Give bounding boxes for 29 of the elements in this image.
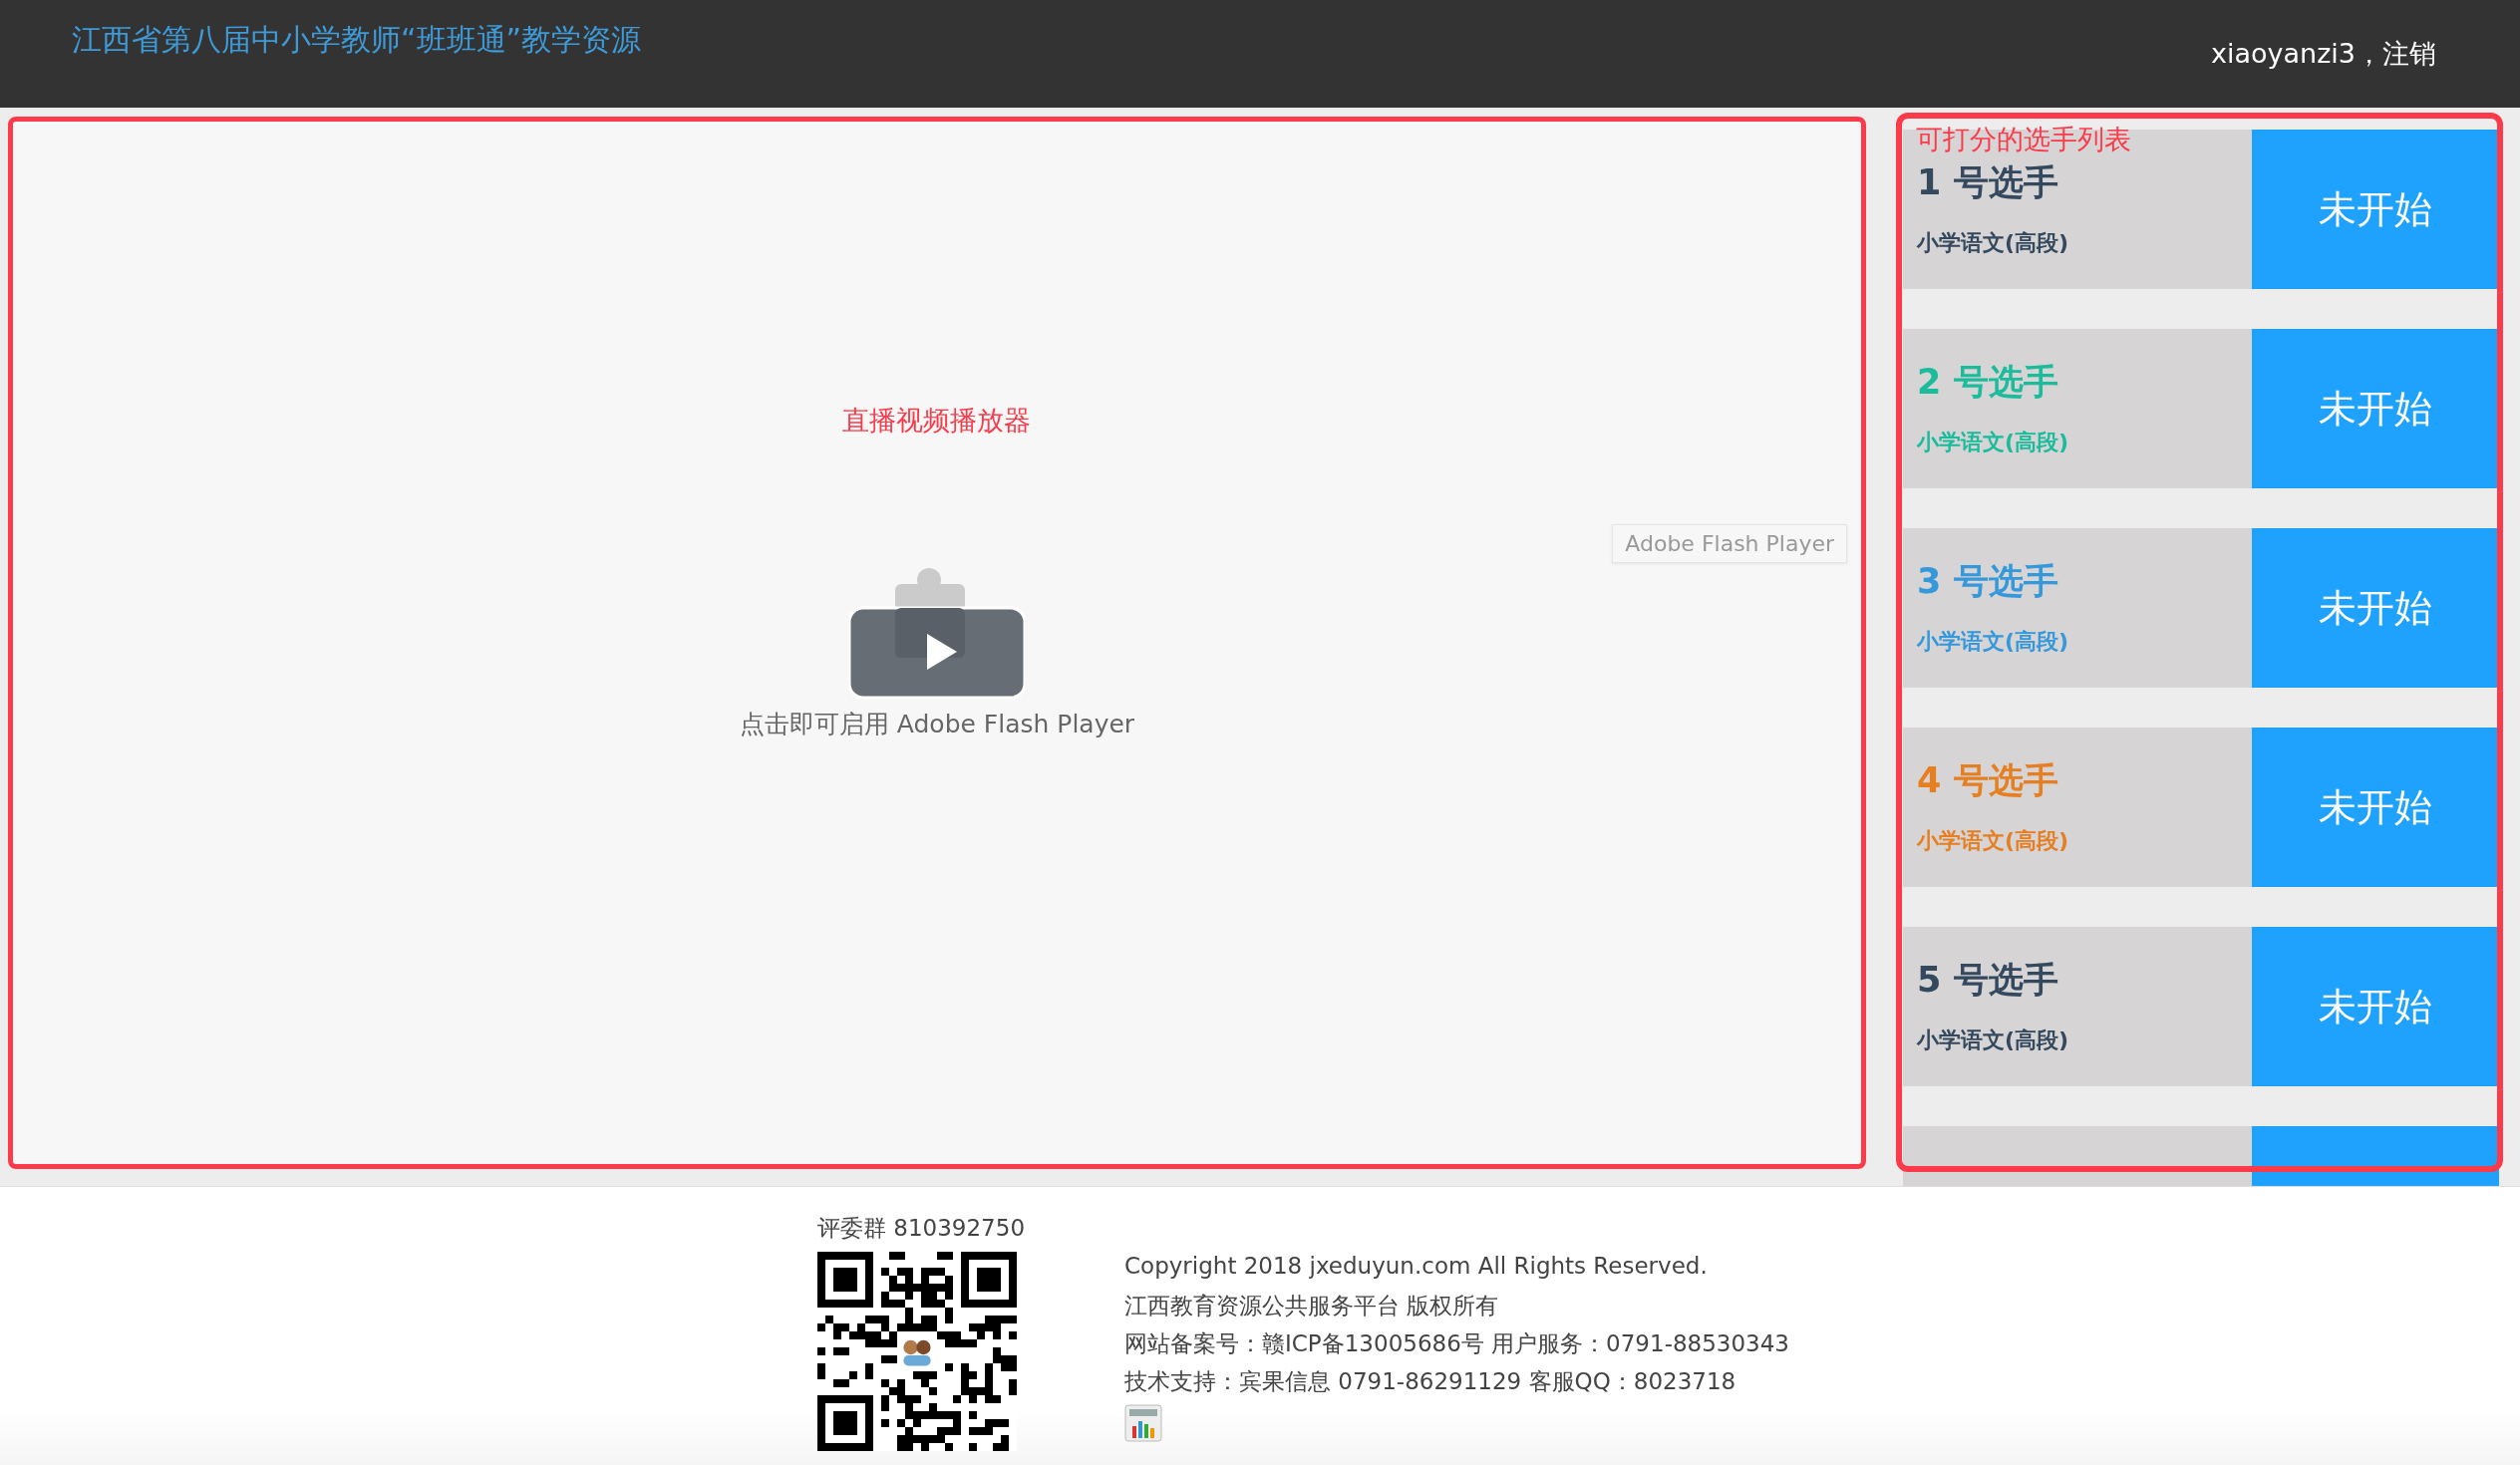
contestant-name: 1 号选手 xyxy=(1917,161,2059,204)
footer-text: 网站备案号：赣ICP备13005686号 用户服务：0791-88530343 xyxy=(1124,1329,1789,1358)
footer-text: 江西教育资源公共服务平台 版权所有 xyxy=(1124,1292,1499,1320)
list-heading: 可打分的选手列表 xyxy=(1916,123,2131,156)
subject-label: 小学语文(高段) xyxy=(1917,628,2070,656)
status-button[interactable]: 未开始 xyxy=(2252,130,2499,289)
player-label: 直播视频播放器 xyxy=(842,404,1031,438)
site-title[interactable]: 江西省第八届中小学教师“班班通”教学资源 xyxy=(72,20,642,60)
status-button[interactable]: 未开始 xyxy=(2252,528,2499,688)
footer-text: 技术支持：宾果信息 0791-86291129 客服QQ：8023718 xyxy=(1124,1367,1736,1396)
subject-label: 小学语文(高段) xyxy=(1917,1026,2070,1054)
flash-enable-prompt[interactable]: 点击即可启用 Adobe Flash Player xyxy=(739,708,1135,740)
subject-label: 小学语文(高段) xyxy=(1917,229,2070,257)
status-button[interactable]: 未开始 xyxy=(2252,728,2499,887)
contestant-name: 4 号选手 xyxy=(1917,759,2059,802)
flash-tooltip: Adobe Flash Player xyxy=(1612,524,1847,563)
stats-chart-icon[interactable] xyxy=(1124,1404,1162,1442)
status-button[interactable]: 未开始 xyxy=(2252,927,2499,1086)
subject-label: 小学语文(高段) xyxy=(1917,429,2070,456)
video-player[interactable]: 直播视频播放器 Adobe Flash Player 点击即可启用 Adobe Flash Player xyxy=(8,117,1866,1169)
status-button[interactable]: 未开始 xyxy=(2252,329,2499,488)
contestant-name: 5 号选手 xyxy=(1917,959,2059,1002)
plugin-play-icon[interactable] xyxy=(849,568,1025,700)
footer-text: Copyright 2018 jxeduyun.com All Rights Reserved. xyxy=(1124,1253,1708,1281)
contestant-name: 2 号选手 xyxy=(1917,361,2059,404)
subject-label: 小学语文(高段) xyxy=(1917,827,2070,855)
group-number: 评委群 810392750 xyxy=(817,1214,1025,1243)
contestant-name: 3 号选手 xyxy=(1917,560,2059,603)
user-logout-link[interactable]: xiaoyanzi3，注销 xyxy=(2210,36,2436,74)
